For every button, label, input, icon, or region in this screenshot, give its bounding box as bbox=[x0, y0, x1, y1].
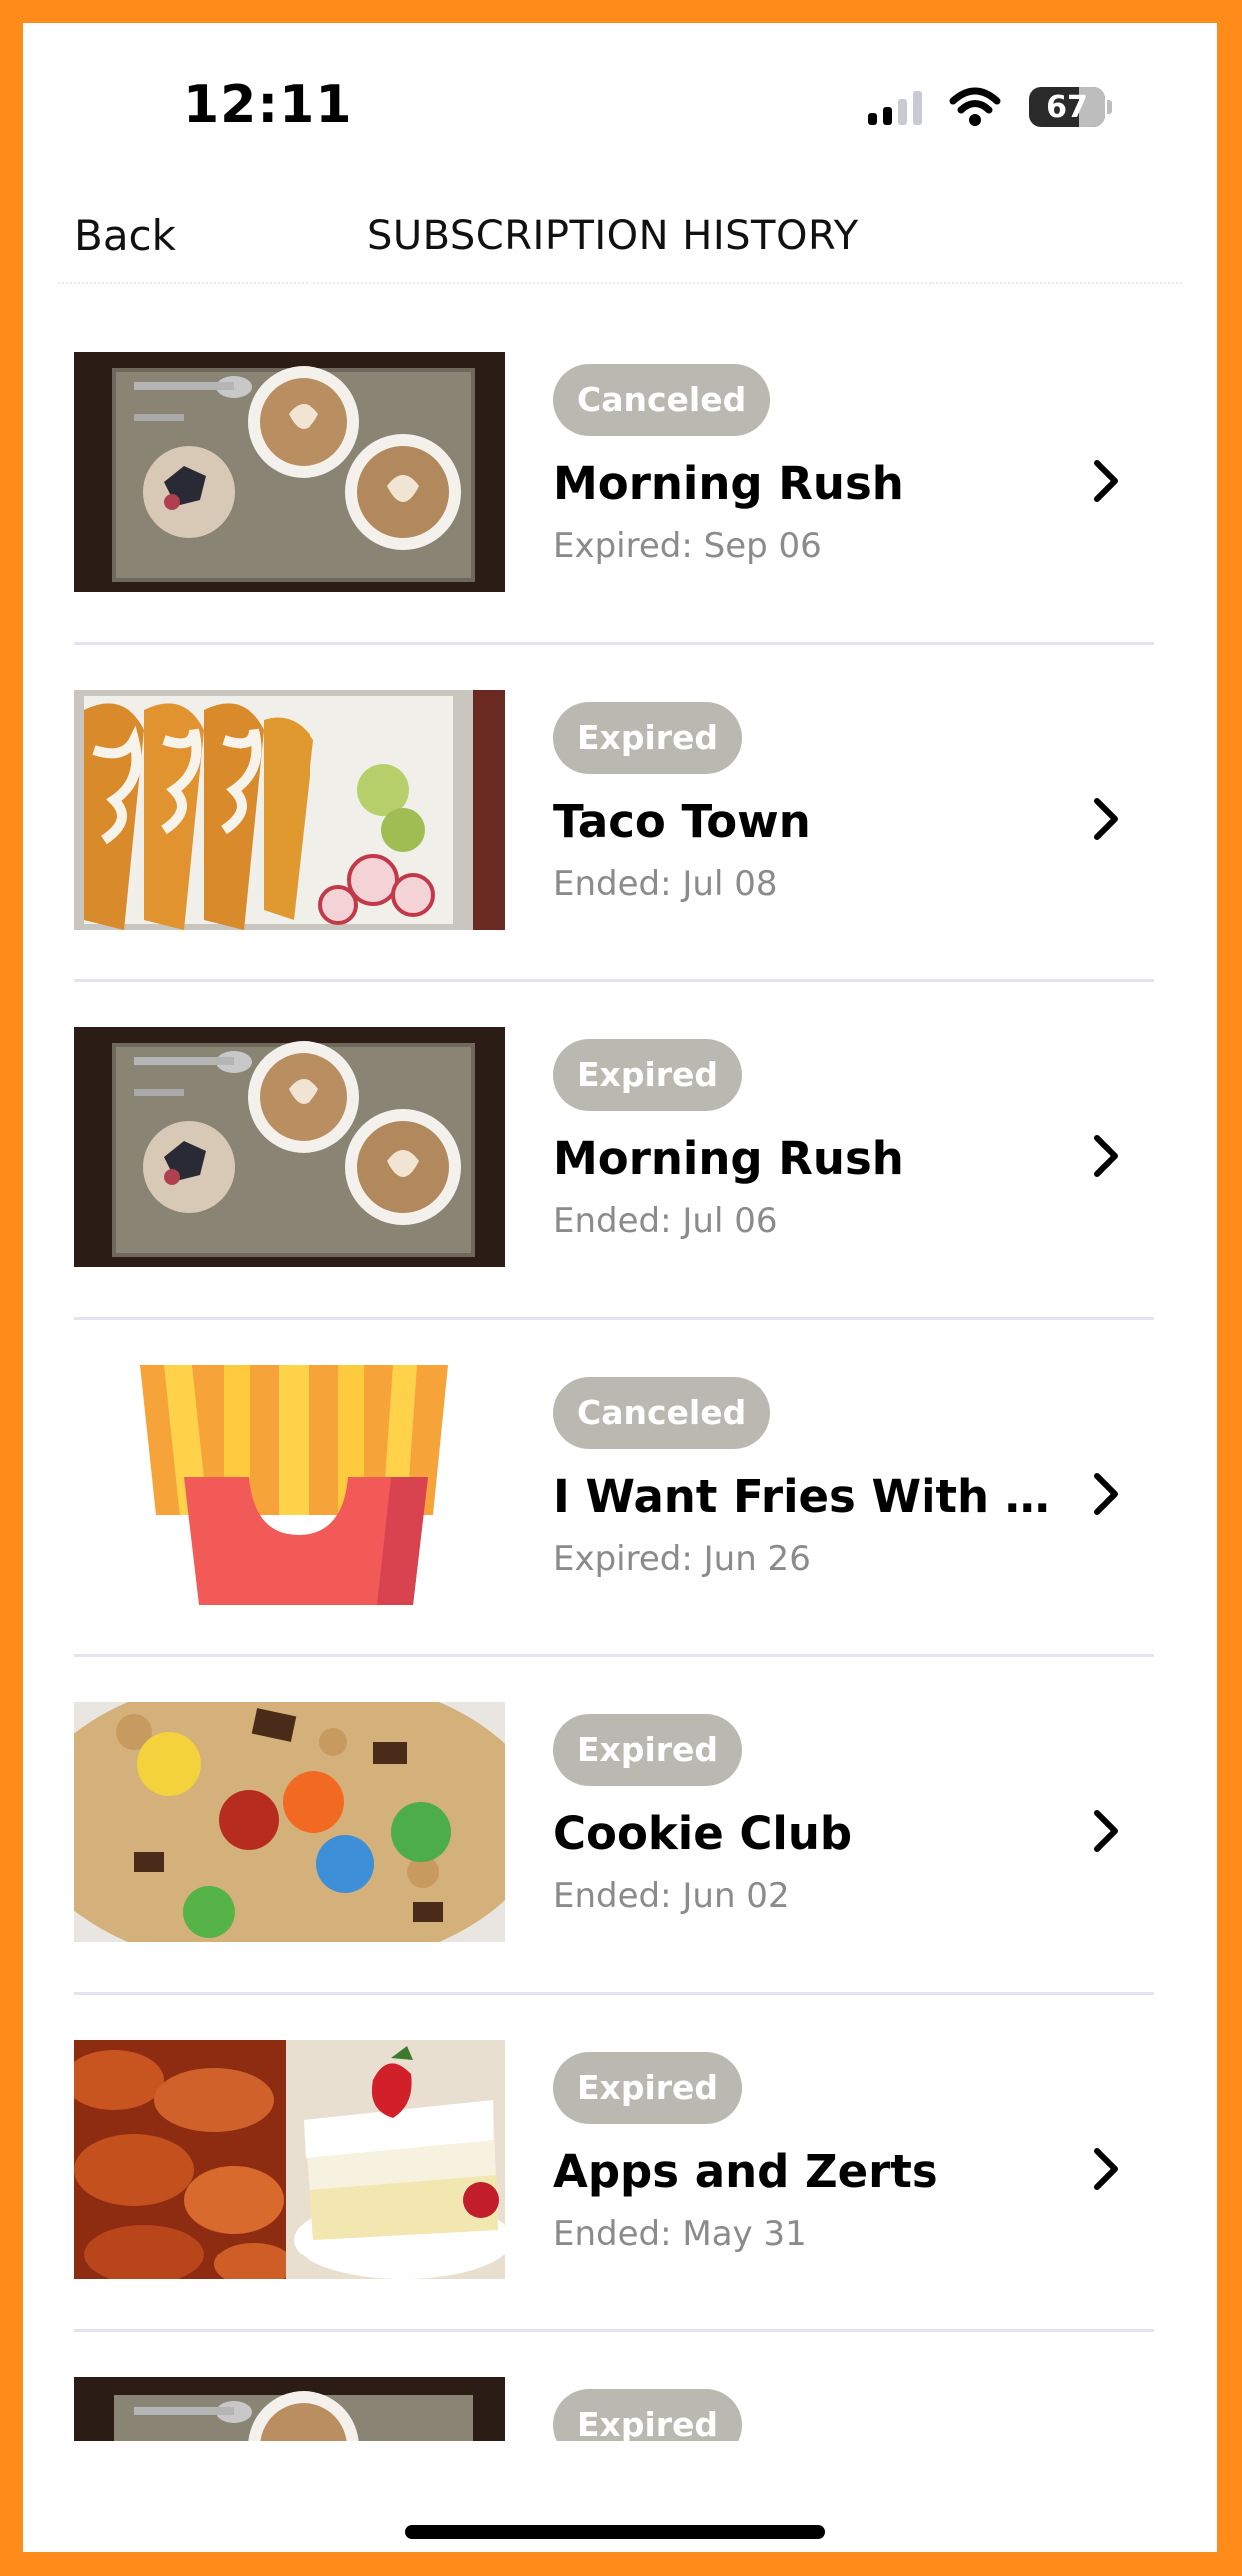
status-badge: Expired bbox=[553, 2389, 743, 2441]
coffee-image bbox=[74, 2377, 505, 2441]
subscription-title: I Want Fries With That bbox=[553, 1470, 1062, 1523]
subscription-date: Ended: Jul 06 bbox=[553, 1201, 778, 1241]
subscription-title: Cookie Club bbox=[553, 1807, 853, 1860]
phone-screen: 12:11 67 Back SUBSCRIPTION HISTORY Cance… bbox=[23, 23, 1217, 2552]
status-badge: Expired bbox=[553, 2052, 743, 2124]
subscription-title: Morning Rush bbox=[553, 1132, 904, 1185]
chevron-right-icon bbox=[1094, 1135, 1118, 1177]
subscription-date: Ended: May 31 bbox=[553, 2214, 807, 2254]
back-button[interactable]: Back bbox=[74, 211, 176, 260]
chevron-right-icon bbox=[1094, 798, 1118, 840]
subscription-row[interactable]: Expired Apps and Zerts Ended: May 31 bbox=[23, 1995, 1217, 2332]
status-badge: Canceled bbox=[553, 364, 771, 436]
nav-divider bbox=[58, 282, 1182, 284]
chevron-right-icon bbox=[1094, 1810, 1118, 1852]
status-badge: Canceled bbox=[553, 1377, 771, 1449]
wifi-icon bbox=[949, 87, 1001, 126]
coffee-image bbox=[74, 1027, 505, 1267]
status-badge: Expired bbox=[553, 702, 743, 774]
status-icons: 67 bbox=[868, 85, 1112, 129]
chevron-right-icon bbox=[1094, 1473, 1118, 1515]
subscription-date: Expired: Jun 26 bbox=[553, 1539, 811, 1579]
subscription-row[interactable]: Canceled I Want Fries With That Expired:… bbox=[23, 1320, 1217, 1657]
fries-image bbox=[74, 1365, 505, 1605]
subscription-date: Ended: Jun 02 bbox=[553, 1876, 790, 1916]
tacos-image bbox=[74, 690, 505, 930]
status-badge: Expired bbox=[553, 1039, 743, 1111]
battery-level: 67 bbox=[1046, 89, 1088, 125]
subscription-date: Expired: Sep 06 bbox=[553, 526, 822, 566]
cellular-signal-icon bbox=[868, 89, 922, 125]
subscription-title: Apps and Zerts bbox=[553, 2145, 938, 2198]
subscription-list[interactable]: Canceled Morning Rush Expired: Sep 06 Ex… bbox=[23, 308, 1217, 2441]
home-indicator[interactable] bbox=[405, 2525, 825, 2539]
subscription-row[interactable]: Expired bbox=[23, 2332, 1217, 2441]
cookie-image bbox=[74, 1702, 505, 1942]
subscription-date: Ended: Jul 08 bbox=[553, 864, 778, 904]
subscription-row[interactable]: Expired Morning Rush Ended: Jul 06 bbox=[23, 982, 1217, 1320]
subscription-row[interactable]: Canceled Morning Rush Expired: Sep 06 bbox=[23, 308, 1217, 645]
subscription-title: Morning Rush bbox=[553, 457, 904, 510]
subscription-row[interactable]: Expired Taco Town Ended: Jul 08 bbox=[23, 645, 1217, 982]
battery-icon: 67 bbox=[1029, 87, 1105, 127]
chevron-right-icon bbox=[1094, 2148, 1118, 2190]
wings-cake-image bbox=[74, 2040, 505, 2279]
chevron-right-icon bbox=[1094, 460, 1118, 502]
status-time: 12:11 bbox=[183, 75, 353, 135]
coffee-image bbox=[74, 352, 505, 592]
subscription-row[interactable]: Expired Cookie Club Ended: Jun 02 bbox=[23, 1657, 1217, 1995]
status-badge: Expired bbox=[553, 1714, 743, 1786]
subscription-title: Taco Town bbox=[553, 795, 811, 848]
page-title: SUBSCRIPTION HISTORY bbox=[367, 213, 859, 259]
